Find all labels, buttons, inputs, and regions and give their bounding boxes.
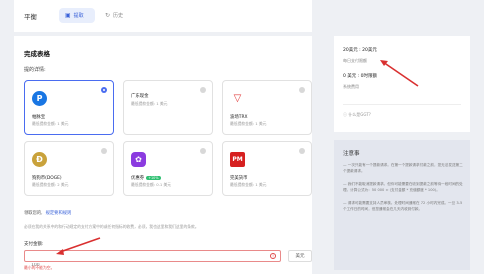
daily-limit-label: 每日支付限额 [343, 58, 367, 63]
history-icon: ↻ [105, 12, 111, 19]
notes-panel: 注意事 — 一次只能有一个提款请求。在第一个提款请求付款之前，您无法发送第二个提… [334, 140, 470, 270]
perfect-money-icon: PM [230, 152, 245, 167]
tron-icon: ▽ [230, 91, 245, 106]
top-bar: 平衡 ▣ 提取 ↻ 历史 [14, 0, 312, 32]
help-link-label: 什么是GGT? [348, 112, 371, 117]
method-card-paypal[interactable]: P 帕脉宝 最低提款金额: 1 美元 [24, 80, 114, 135]
note-text: 请求可能需要支持人员审核。处理时间通常在 72 小时内完成。一旦 3-5 个工作… [343, 200, 463, 212]
radio-unselected[interactable] [299, 87, 305, 93]
method-card-cash[interactable]: 广东现金 最低提款金额: 1 美元 [123, 80, 213, 135]
terms-link[interactable]: 规定要和规则 [46, 211, 72, 216]
note-text: 我们不能取消提款请求。但你可能需要在收到提款之前等待一段时间的处理。计算公式为：… [343, 181, 463, 193]
radio-unselected[interactable] [101, 148, 107, 154]
form-title: 完成表格 [24, 50, 50, 58]
coupon-icon: ✿ [131, 152, 146, 167]
tab-history-label: 历史 [113, 13, 124, 19]
method-fee: 最低提款金额: 0.1 美元 [131, 182, 172, 187]
amount-error: 最小的不能为空。 [24, 265, 55, 270]
method-fee: 最低提款金额: 1 美元 [230, 121, 267, 126]
method-fee: 最低提款金额: 2 美元 [32, 182, 69, 187]
radio-selected[interactable] [101, 87, 107, 93]
page-title: 平衡 [24, 13, 37, 21]
tab-history[interactable]: ↻ 历史 [99, 8, 135, 23]
method-fee: 最低提款金额: 1 美元 [230, 182, 267, 187]
currency-unit: 美元 [288, 250, 312, 262]
method-name-row: 优惠券 +10% [131, 175, 161, 181]
paypal-icon: P [32, 91, 47, 106]
divider [343, 104, 461, 105]
radio-unselected[interactable] [200, 87, 206, 93]
method-name: 狗狗币(DOGE) [32, 176, 62, 181]
tab-withdraw[interactable]: ▣ 提取 [59, 8, 95, 23]
method-card-coupon[interactable]: ✿ 优惠券 +10% 最低提款金额: 0.1 美元 [123, 141, 213, 196]
radio-unselected[interactable] [299, 148, 305, 154]
dogecoin-icon: Ð [32, 152, 47, 167]
details-label: 提的详情: [24, 67, 46, 73]
method-name: 广东现金 [131, 94, 149, 99]
method-card-tron[interactable]: ▽ 波场TRX 最低提款金额: 1 美元 [222, 80, 312, 135]
amount-input[interactable] [25, 260, 267, 271]
tab-withdraw-label: 提取 [73, 13, 84, 19]
note-item: — 我们不能取消提款请求。但你可能需要在收到提款之前等待一段时间的处理。计算公式… [343, 181, 463, 193]
system-fee-label: 系统费用 [343, 84, 359, 89]
method-fee: 最低提款金额: 1 美元 [131, 101, 168, 106]
terms-notice: 必须在我的关系中的和行动规定的支付方案中的或任何指标的收费，必须，我也这里和我们… [24, 224, 199, 229]
bonus-badge: +10% [146, 176, 161, 180]
method-name: 波场TRX [230, 115, 248, 120]
method-fee: 最低提款金额: 1 美元 [32, 121, 69, 126]
method-name: 完美货币 [230, 176, 248, 181]
note-item: — 请求可能需要支持人员审核。处理时间通常在 72 小时内完成。一旦 3-5 个… [343, 200, 463, 212]
help-link[interactable]: ⓘ 什么是GGT? [343, 112, 371, 118]
limits-panel: 20美元 : 20美元 每日支付限额 0 美元 : 0时限额 系统费用 ⓘ 什么… [334, 36, 470, 132]
radio-unselected[interactable] [200, 148, 206, 154]
wallet-icon: ▣ [65, 12, 71, 19]
error-icon: ! [270, 253, 276, 259]
note-item: — 一次只能有一个提款请求。在第一个提款请求付款之前，您无法发送第二个提款请求。 [343, 163, 463, 174]
notes-title: 注意事 [343, 151, 360, 157]
method-card-perfect-money[interactable]: PM 完美货币 最低提款金额: 1 美元 [222, 141, 312, 196]
withdraw-form: 完成表格 提的详情: P 帕脉宝 最低提款金额: 1 美元 广东现金 最低提款金… [14, 36, 312, 274]
terms-prefix: 领取您的, [24, 211, 43, 216]
method-card-doge[interactable]: Ð 狗狗币(DOGE) 最低提款金额: 2 美元 [24, 141, 114, 196]
amount-field[interactable]: ! [24, 250, 281, 271]
terms-row: 领取您的, 规定要和规则 [24, 210, 71, 216]
system-fee-value: 0 美元 : 0时限额 [343, 74, 378, 79]
note-text: 一次只能有一个提款请求。在第一个提款请求付款之前，您无法发送第二个提款请求。 [343, 163, 463, 174]
amount-label: 支付金额: [24, 242, 44, 247]
method-name: 优惠券 [131, 176, 145, 181]
daily-limit-value: 20美元 : 20美元 [343, 48, 377, 53]
notes-body: — 一次只能有一个提款请求。在第一个提款请求付款之前，您无法发送第二个提款请求。… [343, 162, 463, 218]
method-name: 帕脉宝 [32, 115, 46, 120]
